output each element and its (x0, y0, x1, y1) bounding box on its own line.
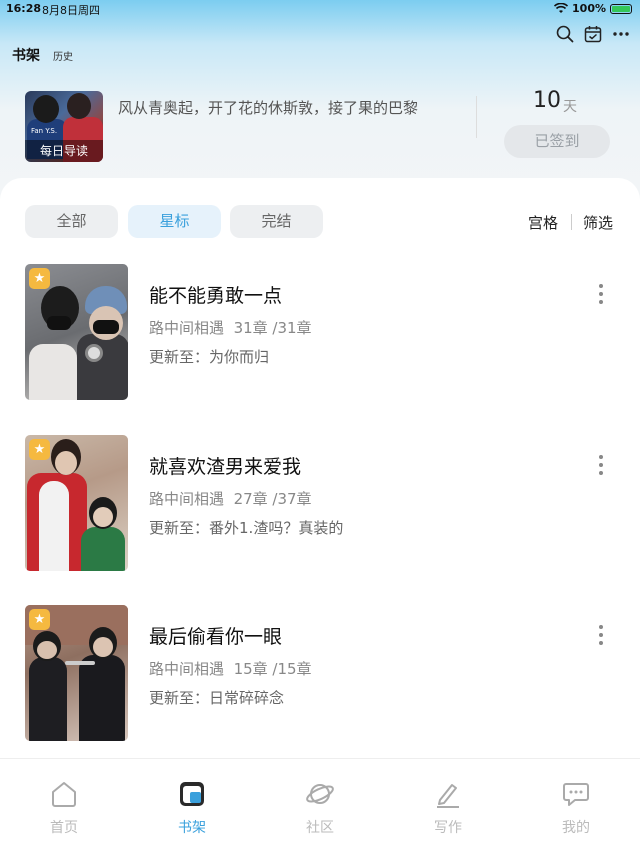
status-time: 16:28 (6, 2, 42, 15)
grid-view-toggle[interactable]: 宫格 (528, 212, 558, 233)
nav-community[interactable]: 社区 (280, 779, 360, 837)
divider (476, 96, 477, 138)
more-vertical-icon[interactable] (595, 284, 607, 308)
star-icon: ★ (29, 609, 50, 630)
book-author: 路中间相遇 (149, 660, 225, 678)
book-progress: 27章 /37章 (233, 490, 312, 508)
nav-community-label: 社区 (306, 820, 334, 836)
search-icon[interactable] (556, 25, 574, 43)
filter-all[interactable]: 全部 (25, 205, 118, 238)
calendar-check-icon[interactable] (584, 25, 602, 43)
nav-home[interactable]: 首页 (24, 779, 104, 837)
divider (571, 214, 572, 230)
star-icon: ★ (29, 439, 50, 460)
book-update-prefix: 更新至： (149, 519, 210, 537)
nav-bookshelf-label: 书架 (178, 820, 206, 836)
daily-guide-label: 每日导读 (25, 140, 103, 162)
book-item[interactable]: ★ 能不能勇敢一点 路中间相遇 31章 /31章 更新至：为你而归 (0, 264, 640, 404)
book-meta: 路中间相遇 31章 /31章 (149, 317, 312, 338)
book-item[interactable]: ★ 最后偷看你一眼 路中间相遇 15章 /15章 更新至：日常碎碎念 (0, 605, 640, 745)
nav-home-label: 首页 (50, 820, 78, 836)
book-cover[interactable]: ★ (25, 264, 128, 400)
star-icon: ★ (29, 268, 50, 289)
book-update-chapter: 为你而归 (209, 348, 270, 366)
book-meta: 路中间相遇 27章 /37章 (149, 488, 312, 509)
filter-finished[interactable]: 完结 (230, 205, 323, 238)
book-progress: 31章 /31章 (233, 319, 312, 337)
more-horizontal-icon[interactable] (612, 25, 630, 43)
home-icon (52, 782, 76, 807)
book-item[interactable]: ★ 就喜欢渣男来爱我 路中间相遇 27章 /37章 更新至：番外1.渣吗？真装的 (0, 435, 640, 575)
battery-icon (610, 3, 632, 14)
book-update-chapter: 番外1.渣吗？真装的 (209, 519, 344, 537)
bookshelf-icon (180, 782, 204, 806)
nav-bookshelf[interactable]: 书架 (152, 779, 232, 837)
checkin-unit: 天 (563, 99, 577, 115)
book-title[interactable]: 最后偷看你一眼 (149, 622, 282, 649)
more-vertical-icon[interactable] (595, 625, 607, 649)
status-indicators: 100% (554, 2, 632, 15)
nav-profile[interactable]: 我的 (536, 779, 616, 837)
book-cover[interactable]: ★ (25, 435, 128, 571)
checkin-button[interactable]: 已签到 (504, 125, 610, 158)
pen-icon (437, 784, 459, 808)
planet-icon (306, 784, 334, 804)
book-title[interactable]: 能不能勇敢一点 (149, 281, 282, 308)
book-author: 路中间相遇 (149, 490, 225, 508)
filter-starred[interactable]: 星标 (128, 205, 221, 238)
book-title[interactable]: 就喜欢渣男来爱我 (149, 452, 301, 479)
book-update: 更新至：日常碎碎念 (149, 687, 284, 708)
chat-bubble-icon (563, 783, 589, 806)
wifi-icon (554, 3, 569, 13)
more-vertical-icon[interactable] (595, 455, 607, 479)
book-update-prefix: 更新至： (149, 689, 210, 707)
book-update-chapter: 日常碎碎念 (209, 689, 285, 707)
tab-bookshelf[interactable]: 书架 (12, 45, 40, 65)
filter-button[interactable]: 筛选 (583, 212, 613, 233)
book-meta: 路中间相遇 15章 /15章 (149, 658, 312, 679)
status-bar: 16:28 8月8日周四 100% (0, 0, 640, 18)
book-update: 更新至：番外1.渣吗？真装的 (149, 517, 343, 538)
daily-guide-jersey-text: Fan Y.S. (31, 127, 58, 135)
header-actions (556, 25, 630, 43)
bottom-nav: 首页 书架 社区 写作 我的 (0, 758, 640, 853)
book-progress: 15章 /15章 (233, 660, 312, 678)
book-update-prefix: 更新至： (149, 348, 210, 366)
daily-guide-cover[interactable]: Fan Y.S. 每日导读 (25, 91, 103, 162)
tab-history[interactable]: 历史 (53, 48, 73, 63)
book-author: 路中间相遇 (149, 319, 225, 337)
status-date: 8月8日周四 (42, 4, 100, 17)
nav-profile-label: 我的 (562, 820, 590, 836)
nav-write-label: 写作 (434, 820, 462, 836)
checkin-days: 10 (533, 88, 561, 113)
book-update: 更新至：为你而归 (149, 346, 269, 367)
nav-write[interactable]: 写作 (408, 779, 488, 837)
book-cover[interactable]: ★ (25, 605, 128, 741)
battery-percent: 100% (572, 2, 606, 15)
daily-guide-text[interactable]: 风从青奥起，开了花的休斯敦，接了果的巴黎 (118, 96, 453, 121)
